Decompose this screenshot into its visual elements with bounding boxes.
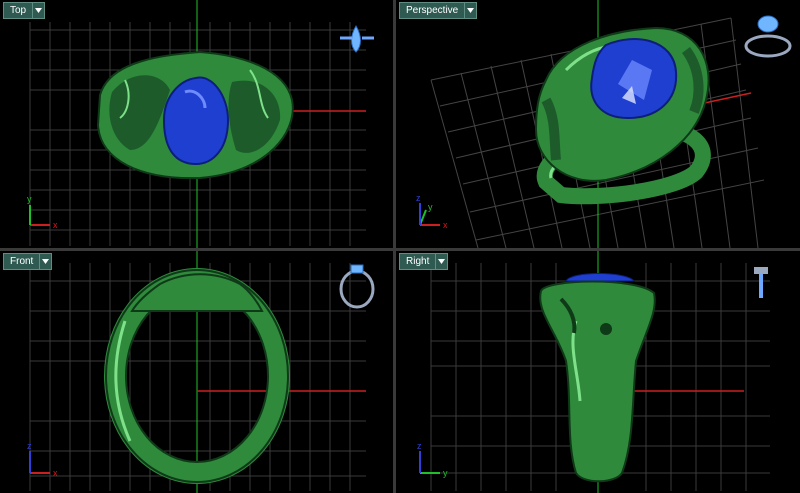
chevron-down-icon[interactable] [39, 254, 51, 269]
viewport-front[interactable]: x z Front [0, 251, 393, 493]
front-scene: x z [27, 251, 375, 493]
viewport-title-right[interactable]: Right [400, 254, 435, 269]
viewport-perspective[interactable]: x y z Perspective [396, 0, 800, 248]
viewport-divider-horizontal[interactable] [0, 248, 800, 251]
top-gemstone [162, 76, 230, 166]
viewport-label-right[interactable]: Right [399, 253, 449, 270]
front-preview-icon [339, 264, 375, 309]
chevron-down-icon[interactable] [464, 3, 476, 18]
perspective-axis-gizmo: x y z [416, 193, 448, 230]
perspective-preview-icon [744, 15, 792, 58]
right-ring-profile [539, 280, 656, 483]
viewport-label-front[interactable]: Front [3, 253, 53, 270]
viewport-title-perspective[interactable]: Perspective [400, 3, 464, 18]
front-axis-x-label: x [53, 468, 58, 478]
perspective-axis-y-label: y [428, 202, 433, 212]
viewport-title-top[interactable]: Top [4, 3, 32, 18]
viewport-top[interactable]: x y Top [0, 0, 393, 248]
right-axis-gizmo: y z [417, 441, 448, 478]
front-axis-gizmo: x z [27, 441, 58, 478]
chevron-down-icon[interactable] [32, 3, 44, 18]
viewport-divider-vertical[interactable] [393, 0, 396, 493]
viewport-right[interactable]: y z Right [396, 251, 800, 493]
top-axis-y-label: y [27, 194, 32, 204]
viewport-label-perspective[interactable]: Perspective [399, 2, 478, 19]
right-preview-icon [754, 267, 768, 298]
viewport-label-top[interactable]: Top [3, 2, 46, 19]
right-gemstone [565, 273, 636, 282]
perspective-gemstone [590, 38, 678, 120]
right-axis-y-label: y [443, 468, 448, 478]
top-scene: x y [27, 0, 374, 248]
perspective-axis-z-label: z [416, 193, 421, 203]
front-axis-z-label: z [27, 441, 32, 451]
right-axis-z-label: z [417, 441, 422, 451]
viewport-title-front[interactable]: Front [4, 254, 39, 269]
chevron-down-icon[interactable] [435, 254, 447, 269]
perspective-scene: x y z [416, 0, 792, 248]
top-axis-gizmo: x y [27, 194, 58, 230]
top-axis-x-label: x [53, 220, 58, 230]
perspective-axis-x-label: x [443, 220, 448, 230]
right-scene: y z [417, 251, 770, 493]
